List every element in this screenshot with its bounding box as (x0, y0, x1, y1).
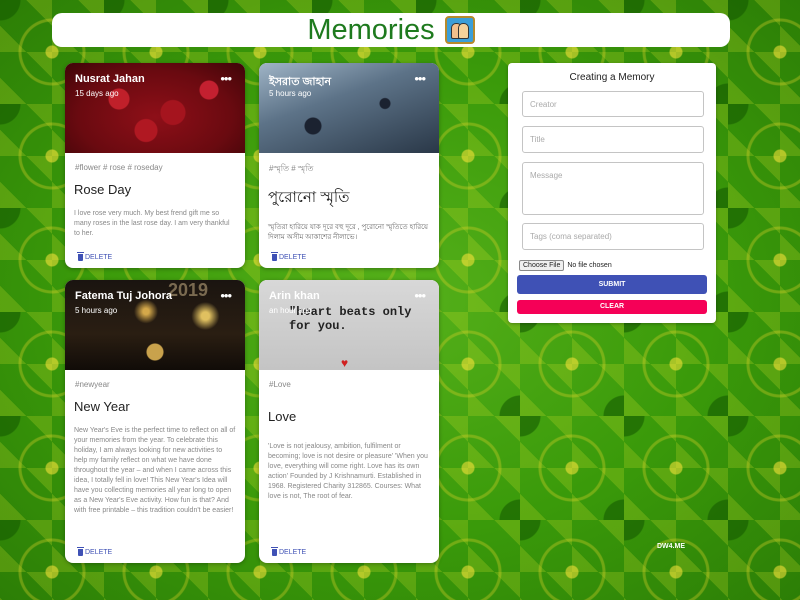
delete-label: DELETE (279, 254, 307, 261)
delete-button[interactable]: DELETE (271, 252, 307, 261)
watermark: DW4.ME (657, 543, 685, 550)
more-options-icon[interactable]: ••• (414, 288, 426, 303)
card-creator: Arin khan (269, 290, 320, 302)
card-message: স্মৃতিরা হারিয়ে যাক দূরে বহু দূরে , পুর… (268, 224, 429, 241)
card-title: পুরোনো স্মৃতি (268, 189, 350, 206)
card-image: 2019 Fatema Tuj Johora 5 hours ago ••• (65, 280, 245, 370)
file-picker: Choose File No file chosen (519, 260, 612, 271)
memory-card: Nusrat Jahan 15 days ago ••• #flower # r… (65, 63, 245, 268)
memory-card: "heart beats only for you. ♥ Arin khan a… (259, 280, 439, 563)
card-image: "heart beats only for you. ♥ Arin khan a… (259, 280, 439, 370)
card-image: Nusrat Jahan 15 days ago ••• (65, 63, 245, 153)
title-input[interactable] (522, 126, 704, 153)
card-tags: #newyear (75, 380, 110, 389)
memories-photo-icon (444, 16, 475, 44)
clear-button[interactable]: CLEAR (517, 300, 707, 314)
memory-card: ইসরাত জাহান 5 hours ago ••• #স্মৃতি # স্… (259, 63, 439, 268)
delete-button[interactable]: DELETE (77, 252, 113, 261)
card-time: 5 hours ago (269, 89, 312, 98)
card-time: 5 hours ago (75, 306, 118, 315)
delete-label: DELETE (85, 549, 113, 556)
more-options-icon[interactable]: ••• (414, 71, 426, 86)
submit-button[interactable]: SUBMIT (517, 275, 707, 294)
delete-label: DELETE (279, 549, 307, 556)
form-title: Creating a Memory (569, 72, 655, 83)
card-creator: Nusrat Jahan (75, 73, 145, 85)
delete-label: DELETE (85, 254, 113, 261)
trash-icon (77, 547, 84, 556)
message-input[interactable] (522, 162, 704, 215)
trash-icon (77, 252, 84, 261)
card-message: New Year's Eve is the perfect time to re… (74, 427, 236, 514)
heart-icon: ♥ (341, 356, 349, 370)
delete-button[interactable]: DELETE (271, 547, 307, 556)
card-tags: #স্মৃতি # স্মৃতি (269, 164, 314, 173)
card-message: I love rose very much. My best frend gif… (74, 210, 230, 237)
more-options-icon[interactable]: ••• (220, 288, 232, 303)
app-bar: Memories (52, 13, 730, 47)
card-time: an hour ago (269, 306, 312, 315)
card-image: ইসরাত জাহান 5 hours ago ••• (259, 63, 439, 153)
card-title: Rose Day (74, 182, 132, 197)
card-message: 'Love is not jealousy, ambition, fulfilm… (268, 443, 428, 500)
card-tags: #flower # rose # roseday (75, 163, 163, 172)
card-tags: #Love (269, 380, 291, 389)
choose-file-button[interactable]: Choose File (519, 260, 565, 271)
delete-button[interactable]: DELETE (77, 547, 113, 556)
file-status: No file chosen (567, 262, 612, 269)
card-title: Love (268, 409, 297, 424)
more-options-icon[interactable]: ••• (220, 71, 232, 86)
create-memory-form: Creating a Memory Choose File No file ch… (508, 63, 716, 323)
trash-icon (271, 547, 278, 556)
image-year-text: 2019 (168, 280, 209, 300)
app-title: Memories (307, 13, 435, 46)
creator-input[interactable] (522, 91, 704, 117)
memory-card: 2019 Fatema Tuj Johora 5 hours ago ••• #… (65, 280, 245, 563)
card-time: 15 days ago (75, 89, 119, 98)
tags-input[interactable] (522, 223, 704, 250)
trash-icon (271, 252, 278, 261)
card-title: New Year (74, 399, 130, 414)
card-creator: Fatema Tuj Johora (75, 290, 172, 302)
